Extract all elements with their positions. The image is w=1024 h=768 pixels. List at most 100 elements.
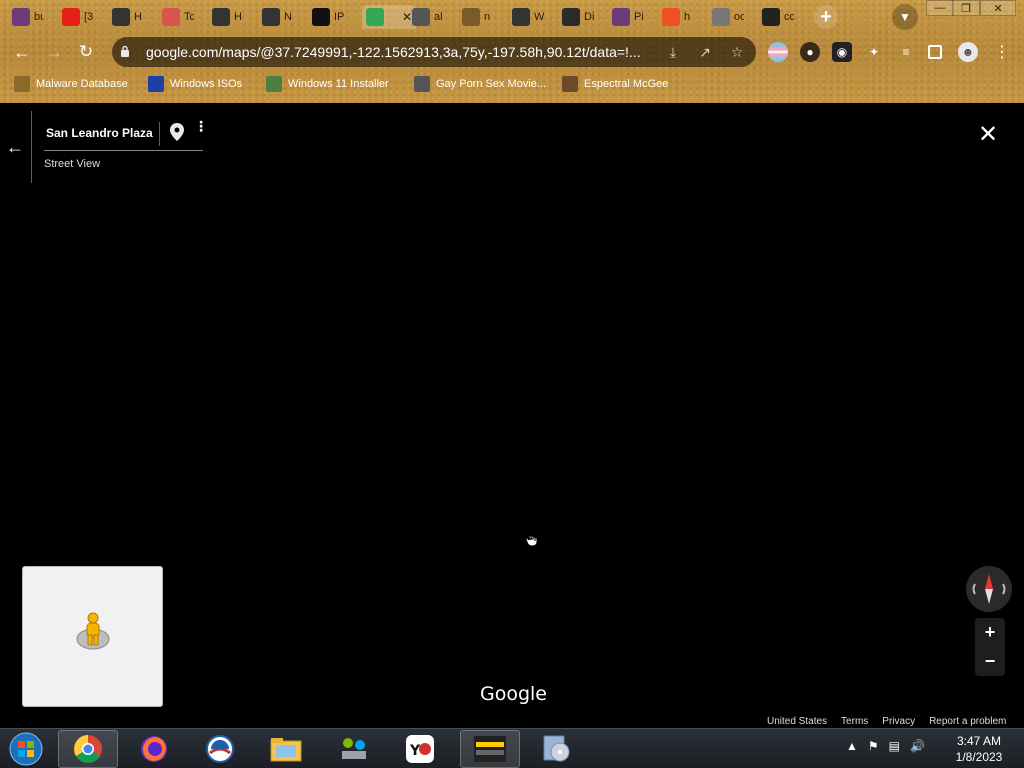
calendar-icon — [162, 8, 180, 26]
bookmark-item[interactable]: Windows ISOs — [148, 74, 242, 94]
system-clock[interactable]: 3:47 AM 1/8/2023 — [948, 733, 1010, 765]
browser-tab[interactable]: N — [262, 5, 294, 29]
title-underline — [44, 150, 203, 151]
tab-close-icon[interactable]: ✕ — [402, 10, 412, 24]
youtube-icon — [62, 8, 80, 26]
tab-title: Tc — [184, 11, 194, 23]
badge-icon — [414, 76, 430, 92]
footer-link-terms[interactable]: Terms — [841, 716, 868, 727]
street-view-canvas[interactable]: ← San Leandro Plaza ⋮ Street View ✕ Goog… — [0, 103, 1024, 728]
reload-button[interactable]: ↻ — [74, 40, 98, 64]
google-maps-icon — [366, 8, 384, 26]
side-panel-icon[interactable] — [928, 45, 942, 59]
close-street-view-icon[interactable]: ✕ — [978, 123, 998, 147]
browser-tab[interactable]: H — [212, 5, 244, 29]
bookmark-item[interactable]: Gay Porn Sex Movie... — [414, 74, 546, 94]
bookmark-icon — [14, 76, 30, 92]
avatar-icon — [562, 76, 578, 92]
address-bar[interactable]: google.com/maps/@37.7249991,-122.1562913… — [112, 37, 756, 67]
bookmarks-bar: Malware Database Windows ISOs Windows 11 I… — [0, 72, 1024, 96]
bookmark-item[interactable]: Windows 11 Installer — [266, 74, 389, 94]
zoom-control: + − — [975, 618, 1005, 676]
url-text: google.com/maps/@37.7249991,-122.1562913… — [146, 44, 641, 60]
blank-circle-icon — [712, 8, 730, 26]
back-arrow-icon[interactable]: ← — [6, 137, 24, 158]
taskbar-chrome-icon[interactable] — [58, 730, 118, 768]
browser-tab[interactable]: W — [512, 5, 544, 29]
location-pin-icon[interactable] — [170, 123, 184, 146]
maximize-button[interactable]: ❐ — [952, 0, 980, 16]
browser-tab[interactable]: [3 — [62, 5, 94, 29]
download-icon[interactable]: ⤓ — [664, 43, 682, 61]
zoom-in-button[interactable]: + — [975, 618, 1005, 647]
lock-icon — [120, 45, 136, 60]
title-separator — [159, 122, 160, 146]
incognito-icon — [262, 8, 280, 26]
taskbar-disc-app-icon[interactable] — [526, 730, 586, 768]
footer-links: United States Terms Privacy Report a pro… — [767, 716, 1006, 727]
cookie-icon — [462, 8, 480, 26]
vs-icon — [562, 8, 580, 26]
street-view-subtitle: Street View — [44, 158, 101, 170]
footer-link-privacy[interactable]: Privacy — [882, 716, 915, 727]
footer-link-report[interactable]: Report a problem — [929, 716, 1006, 727]
museum-icon — [512, 8, 530, 26]
browser-chrome: bu [3 H Tc H N IP ✕ al n W Di Pi h oc cc + ▼ — ❐ ✕ ← → … — [0, 0, 1024, 103]
extensions-puzzle-icon[interactable]: ✦ — [864, 42, 884, 62]
taskbar-file-explorer-icon[interactable] — [256, 730, 316, 768]
browser-tab[interactable]: n — [462, 5, 494, 29]
taskbar-warning-app-icon[interactable] — [460, 730, 520, 768]
forward-button[interactable]: → — [42, 40, 66, 64]
browser-tab[interactable]: Pi — [612, 5, 644, 29]
globe-icon — [412, 8, 430, 26]
tab-title: bu — [34, 11, 44, 23]
pegman-icon[interactable] — [75, 611, 111, 656]
bookmark-star-icon[interactable]: ☆ — [728, 43, 746, 61]
browser-tab[interactable]: ✕ — [362, 5, 417, 29]
zoom-out-button[interactable]: − — [975, 647, 1005, 676]
browser-tab[interactable]: bu — [12, 5, 44, 29]
tab-title: h — [684, 11, 691, 23]
bookmark-item[interactable]: Malware Database — [14, 74, 128, 94]
share-icon[interactable]: ↗ — [696, 43, 714, 61]
browser-tab[interactable]: oc — [712, 5, 744, 29]
menu-kebab-icon[interactable]: ⋮ — [992, 42, 1012, 62]
tab-search-button[interactable]: ▼ — [892, 4, 918, 30]
browser-tab[interactable]: H — [112, 5, 144, 29]
browser-tab[interactable]: cc — [762, 5, 794, 29]
tab-title: oc — [734, 11, 744, 23]
tray-expand-icon[interactable]: ▲ — [846, 739, 858, 753]
action-center-flag-icon[interactable]: ⚑ — [868, 739, 879, 753]
browser-tab[interactable]: IP — [312, 5, 344, 29]
reading-list-icon[interactable]: ≡ — [896, 42, 916, 62]
browser-tab[interactable]: al — [412, 5, 444, 29]
avatar-extension-icon[interactable]: ● — [800, 42, 820, 62]
bookmark-item[interactable]: Espectral McGee — [562, 74, 668, 94]
incognito-extension-icon[interactable]: ◉ — [832, 42, 852, 62]
browser-tab[interactable]: h — [662, 5, 694, 29]
browser-tab[interactable]: Tc — [162, 5, 194, 29]
volume-icon[interactable]: 🔊 — [910, 739, 925, 753]
taskbar-obama-app-icon[interactable] — [190, 730, 250, 768]
footer-link-region[interactable]: United States — [767, 716, 827, 727]
svg-text:Y: Y — [409, 743, 421, 759]
close-window-button[interactable]: ✕ — [980, 0, 1016, 16]
taskbar-network-app-icon[interactable] — [324, 730, 384, 768]
tab-title: [3 — [84, 11, 94, 23]
profile-avatar-icon[interactable]: ☻ — [958, 42, 978, 62]
clock-time: 3:47 AM — [956, 734, 1002, 748]
back-button[interactable]: ← — [10, 40, 34, 64]
start-orb-icon[interactable] — [6, 731, 46, 767]
mini-map[interactable] — [22, 566, 163, 707]
bookmark-label: Espectral McGee — [584, 78, 669, 90]
browser-tab[interactable]: Di — [562, 5, 594, 29]
tab-title: Di — [584, 11, 594, 23]
minimize-button[interactable]: — — [926, 0, 954, 16]
compass-control[interactable] — [966, 566, 1012, 612]
network-icon[interactable]: ▤ — [889, 739, 900, 753]
new-tab-button[interactable]: + — [814, 5, 838, 29]
taskbar-y8-app-icon[interactable]: Y — [390, 730, 450, 768]
taskbar-firefox-icon[interactable] — [124, 730, 184, 768]
trans-flag-extension-icon[interactable] — [768, 42, 788, 62]
more-options-icon[interactable]: ⋮ — [194, 119, 208, 133]
